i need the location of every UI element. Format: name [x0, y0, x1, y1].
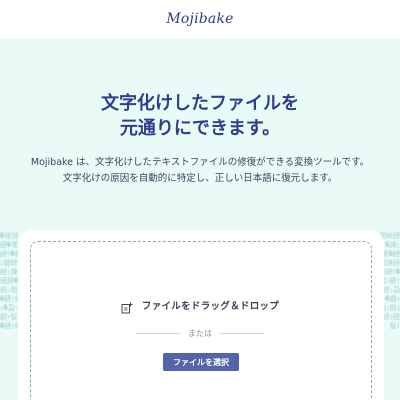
hero-description-line2: 文字化けの原因を自動的に特定し、正しい日本語に復元します。 [62, 173, 338, 184]
hero-headline-line2: 元通りにできます。 [119, 118, 281, 139]
divider-line-left [136, 333, 180, 334]
file-add-icon [121, 299, 133, 314]
dropzone-instruction: ファイルをドラッグ＆ドロップ [0, 298, 400, 314]
site-header: Mojibake [0, 0, 400, 38]
hero-description-line1: Mojibake は、文字化けしたテキストファイルの修復ができる変換ツールです。 [30, 157, 370, 168]
divider-line-right [220, 333, 264, 334]
select-file-button[interactable]: ファイルを選択 [163, 353, 239, 371]
dropzone-label: ファイルをドラッグ＆ドロップ [141, 301, 280, 312]
hero-headline-line1: 文字化けしたファイルを [101, 93, 299, 114]
file-dropzone[interactable] [30, 241, 372, 400]
or-divider: または [0, 328, 400, 339]
site-logo[interactable]: Mojibake [166, 11, 233, 27]
or-text: または [188, 329, 212, 338]
